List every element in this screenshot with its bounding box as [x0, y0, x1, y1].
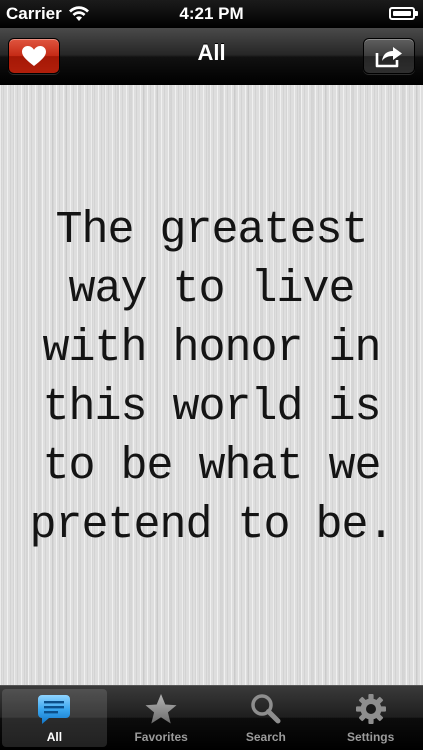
tab-label-all: All — [46, 730, 63, 744]
page-title: All — [197, 40, 226, 65]
quote-text: The greatest way to live with honor in t… — [29, 205, 394, 551]
tab-all[interactable]: All — [2, 689, 107, 747]
tab-settings[interactable]: Settings — [318, 686, 423, 750]
tab-label-search: Search — [245, 730, 286, 744]
tab-favorites[interactable]: Favorites — [109, 686, 214, 750]
star-icon — [142, 692, 180, 726]
navigation-bar: All — [0, 28, 423, 85]
share-icon — [375, 47, 402, 68]
tab-label-favorites: Favorites — [134, 730, 188, 744]
magnifier-icon — [247, 692, 285, 726]
share-button[interactable] — [363, 38, 415, 74]
quote-area: The greatest way to live with honor in t… — [0, 85, 423, 685]
speech-bubble-icon — [35, 692, 73, 726]
tab-bar: All Favorites Search Settings — [0, 685, 423, 750]
tab-label-settings: Settings — [346, 730, 395, 744]
status-bar: Carrier 4:21 PM — [0, 0, 423, 28]
tab-search[interactable]: Search — [214, 686, 319, 750]
status-time: 4:21 PM — [179, 4, 244, 23]
battery-icon — [389, 7, 418, 20]
gear-icon — [352, 692, 390, 726]
app-screen: Carrier 4:21 PM All The greatest way to … — [0, 0, 423, 750]
